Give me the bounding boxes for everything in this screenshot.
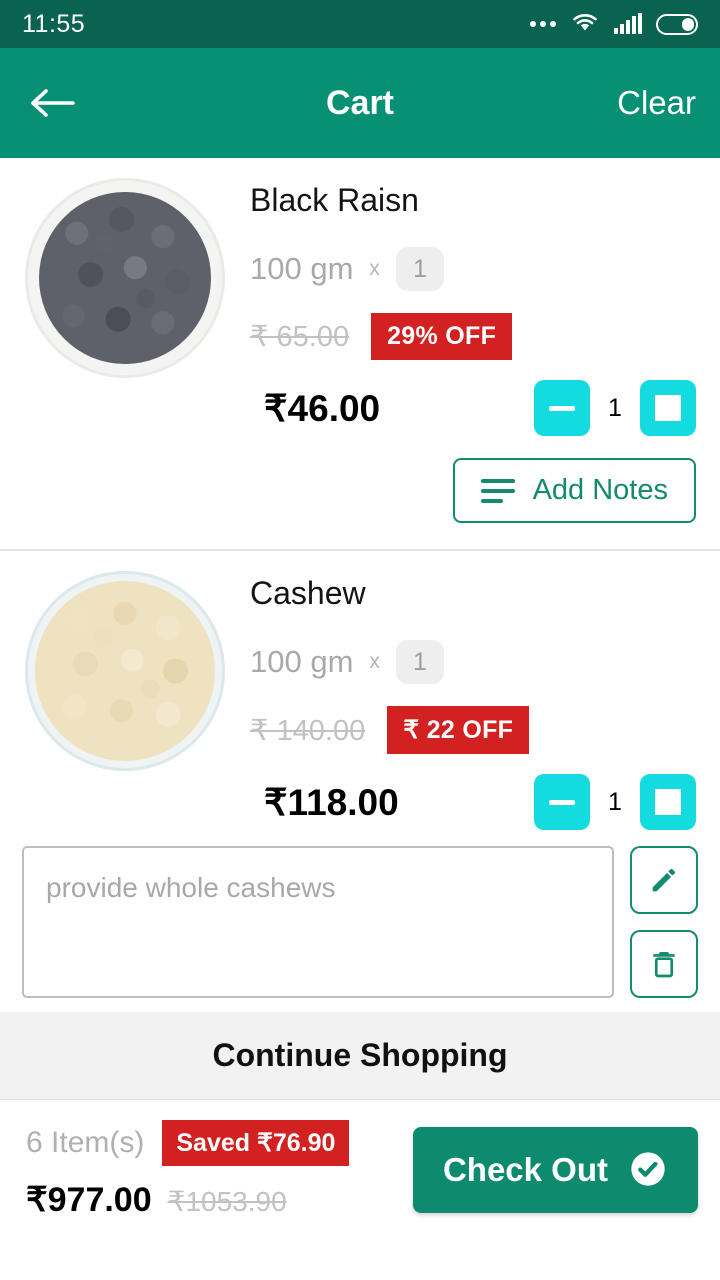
final-price-row: ₹118.00 1: [250, 774, 696, 830]
edit-note-button[interactable]: [630, 846, 698, 914]
product-thumbnail-wrap: [0, 172, 250, 436]
quantity-value: 1: [608, 393, 622, 422]
add-notes-label: Add Notes: [532, 474, 668, 506]
checkout-label: Check Out: [442, 1151, 608, 1188]
summary-top-row: 6 Item(s) Saved ₹76.90: [26, 1120, 350, 1166]
checkout-button[interactable]: Check Out: [412, 1127, 698, 1213]
cashew-nuts-bowl-image: [25, 571, 225, 771]
clear-cart-button[interactable]: Clear: [617, 84, 696, 122]
savings-badge: Saved ₹76.90: [162, 1120, 350, 1166]
increment-quantity-button[interactable]: [640, 380, 696, 436]
list-lines-icon: [480, 478, 515, 503]
check-circle-icon: [628, 1149, 668, 1192]
summary-totals: 6 Item(s) Saved ₹76.90 ₹977.00 ₹1053.90: [26, 1120, 350, 1220]
cart-summary-bar: 6 Item(s) Saved ₹76.90 ₹977.00 ₹1053.90 …: [0, 1100, 720, 1240]
wifi-icon: [570, 10, 600, 39]
weight-row: 100 gm x 1: [250, 247, 696, 291]
cart-item-black-raisn[interactable]: Black Raisn 100 gm x 1 ₹ 65.00 29% OFF ₹…: [0, 158, 720, 436]
minus-icon: [549, 405, 575, 411]
product-thumbnail-wrap: [0, 565, 250, 830]
item-count-label: 6 Item(s): [26, 1126, 145, 1159]
price-row: ₹ 140.00 ₹ 22 OFF: [250, 706, 696, 754]
product-weight: 100 gm: [250, 644, 354, 679]
multiplier-symbol: x: [369, 650, 380, 673]
product-name: Cashew: [250, 575, 366, 611]
pencil-icon: [652, 869, 675, 892]
page-title: Cart: [325, 83, 395, 122]
price-row: ₹ 65.00 29% OFF: [250, 313, 696, 360]
decrement-quantity-button[interactable]: [534, 774, 590, 830]
selling-price: ₹46.00: [264, 387, 381, 429]
more-dots-icon: [530, 21, 556, 27]
delete-note-button[interactable]: [630, 930, 698, 998]
black-raisins-bowl-image: [25, 178, 225, 378]
quantity-value: 1: [608, 787, 622, 816]
quantity-stepper: 1: [534, 380, 696, 436]
product-name: Black Raisn: [250, 182, 419, 218]
increment-quantity-button[interactable]: [640, 774, 696, 830]
original-price: ₹ 65.00: [250, 321, 350, 353]
signal-icon: [614, 13, 642, 34]
cart-list: Black Raisn 100 gm x 1 ₹ 65.00 29% OFF ₹…: [0, 158, 720, 1012]
battery-icon: [656, 13, 698, 35]
back-arrow-icon[interactable]: [24, 75, 80, 131]
weight-row: 100 gm x 1: [250, 640, 696, 684]
summary-bottom-row: ₹977.00 ₹1053.90: [26, 1180, 349, 1220]
note-actions: [630, 846, 698, 998]
plus-icon: [655, 789, 681, 815]
pack-count-chip: 1: [395, 640, 444, 684]
cart-item-cashew[interactable]: Cashew 100 gm x 1 ₹ 140.00 ₹ 22 OFF ₹118…: [0, 551, 720, 830]
discount-badge: ₹ 22 OFF: [387, 706, 530, 754]
trash-icon: [653, 952, 675, 978]
decrement-quantity-button[interactable]: [534, 380, 590, 436]
multiplier-symbol: x: [369, 257, 380, 280]
status-time: 11:55: [22, 9, 86, 38]
product-weight: 100 gm: [250, 251, 354, 286]
plus-icon: [655, 395, 681, 421]
add-notes-row: Add Notes: [0, 436, 720, 549]
discount-badge: 29% OFF: [371, 313, 513, 360]
note-input[interactable]: provide whole cashews: [22, 846, 614, 998]
minus-icon: [549, 799, 575, 805]
status-icons: [530, 10, 698, 39]
quantity-stepper: 1: [534, 774, 696, 830]
final-price-row: ₹46.00 1: [250, 380, 696, 436]
grand-total: ₹977.00: [26, 1181, 152, 1219]
note-editor: provide whole cashews: [0, 830, 720, 1012]
grand-total-original: ₹1053.90: [167, 1186, 287, 1217]
add-notes-button[interactable]: Add Notes: [452, 458, 696, 523]
item-details: Black Raisn 100 gm x 1 ₹ 65.00 29% OFF ₹…: [250, 172, 720, 436]
continue-shopping-button[interactable]: Continue Shopping: [0, 1012, 720, 1100]
item-details: Cashew 100 gm x 1 ₹ 140.00 ₹ 22 OFF ₹118…: [250, 565, 720, 830]
original-price: ₹ 140.00: [250, 714, 366, 747]
pack-count-chip: 1: [395, 247, 444, 291]
app-bar: Cart Clear: [0, 48, 720, 158]
selling-price: ₹118.00: [264, 781, 399, 823]
status-bar: 11:55: [0, 0, 720, 48]
